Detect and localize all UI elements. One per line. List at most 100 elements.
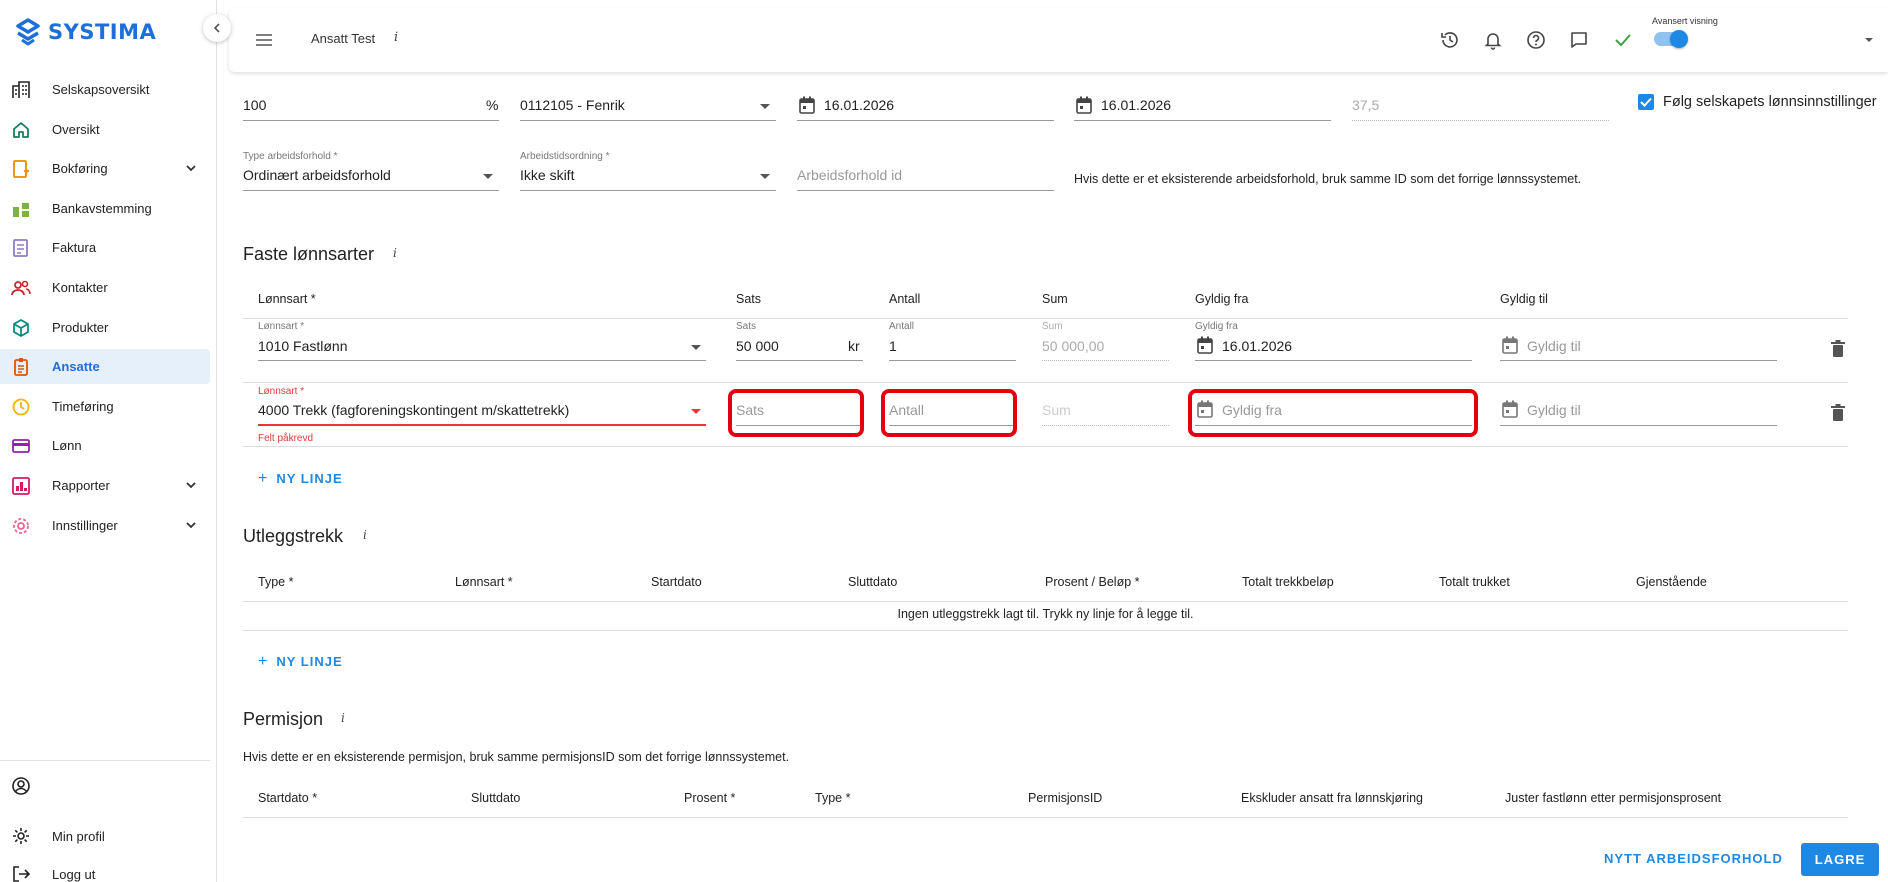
row1-lonnsart-value[interactable]: 1010 Fastlønn: [258, 338, 348, 354]
sidebar-item-bankavstemming[interactable]: Bankavstemming: [0, 191, 210, 226]
bell-icon[interactable]: [1483, 30, 1503, 50]
sidebar-item-produkter[interactable]: Produkter: [0, 310, 210, 345]
sidebar-item-faktura[interactable]: Faktura: [0, 230, 210, 265]
calendar-icon[interactable]: [1502, 336, 1518, 354]
arbeidstidsordning-label: Arbeidstidsordning *: [520, 151, 610, 162]
col-sats: Sats: [736, 292, 762, 306]
caret-down-icon[interactable]: [1864, 35, 1874, 45]
row1-sats-value[interactable]: 50 000: [736, 338, 779, 354]
logo[interactable]: SYSTIMA: [16, 18, 156, 46]
chevron-down-icon: [186, 521, 196, 528]
account-button[interactable]: [0, 767, 210, 805]
row2-lonnsart-underline: [258, 424, 706, 426]
sidebar-item-bokforing[interactable]: Bokføring: [0, 151, 210, 186]
advanced-view-label: Avansert visning: [1652, 16, 1718, 26]
type-arbeidsforhold-dropdown-icon[interactable]: [483, 174, 493, 179]
advanced-view-toggle-knob[interactable]: [1670, 30, 1688, 48]
utleggstrekk-title: Utleggstrekk: [243, 526, 344, 546]
col-prosent: Prosent *: [684, 791, 736, 805]
faste-add-line-button[interactable]: + NY LINJE: [258, 470, 343, 488]
save-button[interactable]: LAGRE: [1801, 843, 1879, 876]
sidebar-item-selskapsoversikt[interactable]: Selskapsoversikt: [0, 72, 210, 107]
sidebar-item-lonn[interactable]: Lønn: [0, 428, 210, 463]
row2-lonnsart-dropdown-icon[interactable]: [691, 409, 701, 414]
follow-company-settings-label[interactable]: Følg selskapets lønnsinnstillinger: [1663, 94, 1877, 110]
highlight-antall: [881, 389, 1017, 437]
info-icon[interactable]: i: [341, 711, 345, 725]
col-ekskluder: Ekskluder ansatt fra lønnskjøring: [1241, 791, 1424, 805]
gear-icon: [13, 828, 29, 844]
info-icon[interactable]: i: [363, 528, 367, 542]
sidebar-item-logg-ut[interactable]: Logg ut: [0, 855, 210, 882]
calendar-icon[interactable]: [799, 96, 815, 114]
sidebar-item-innstillinger[interactable]: Innstillinger: [0, 508, 210, 543]
row1-sum-underline: [1042, 360, 1169, 361]
col-gyldig-til: Gyldig til: [1500, 292, 1548, 306]
row2-sum-underline: [1042, 425, 1169, 426]
sidebar-item-ansatte[interactable]: Ansatte: [0, 349, 210, 385]
sidebar-item-label: Logg ut: [52, 866, 96, 882]
table-row-divider: [243, 446, 1848, 447]
stillingsprosent-value[interactable]: 100: [243, 97, 266, 113]
delete-icon[interactable]: [1831, 340, 1845, 358]
calendar-icon[interactable]: [1197, 336, 1213, 354]
stillingsprosent-date-value[interactable]: 16.01.2026: [1101, 97, 1171, 113]
start-date-value[interactable]: 16.01.2026: [824, 97, 894, 113]
sidebar-collapse-button[interactable]: [203, 14, 231, 42]
col-totalt-trekkbelop: Totalt trekkbeløp: [1242, 575, 1334, 589]
chat-icon[interactable]: [1569, 30, 1589, 50]
yrkeskode-value[interactable]: 0112105 - Fenrik: [520, 97, 625, 113]
col-sluttdato: Sluttdato: [848, 575, 898, 589]
row1-antall-value[interactable]: 1: [889, 338, 897, 354]
sidebar-item-label: Lønn: [52, 438, 82, 454]
row2-gyldig-til-input[interactable]: Gyldig til: [1527, 402, 1581, 418]
type-arbeidsforhold-value[interactable]: Ordinært arbeidsforhold: [243, 167, 391, 183]
row1-gyldig-til-input[interactable]: Gyldig til: [1527, 338, 1581, 354]
delete-icon[interactable]: [1831, 404, 1845, 422]
history-icon[interactable]: [1440, 30, 1460, 50]
row1-lonnsart-dropdown-icon[interactable]: [691, 345, 701, 350]
row2-lonnsart-value[interactable]: 4000 Trekk (fagforeningskontingent m/ska…: [258, 402, 569, 418]
home-icon: [13, 121, 29, 138]
hamburger-menu-icon[interactable]: [255, 32, 273, 48]
yrkeskode-dropdown-icon[interactable]: [760, 104, 770, 109]
arbeidstidsordning-dropdown-icon[interactable]: [760, 174, 770, 179]
sidebar-item-label: Innstillinger: [52, 517, 118, 533]
sidebar-item-rapporter[interactable]: Rapporter: [0, 468, 210, 503]
info-icon[interactable]: i: [394, 30, 398, 45]
hours-per-week-value: 37,5: [1352, 97, 1380, 113]
row1-gyldig-fra-underline: [1195, 360, 1472, 361]
arbeidsforhold-id-underline: [797, 190, 1054, 191]
utlegg-add-line-button[interactable]: + NY LINJE: [258, 653, 343, 671]
arbeidsforhold-id-hint: Hvis dette er et eksisterende arbeidsfor…: [1074, 172, 1582, 186]
sidebar-item-kontakter[interactable]: Kontakter: [0, 270, 210, 305]
invoice-icon: [13, 239, 28, 258]
info-icon[interactable]: i: [393, 246, 397, 260]
row1-lonnsart-label: Lønnsart *: [258, 321, 305, 332]
chevron-down-icon: [186, 482, 196, 489]
help-icon[interactable]: [1526, 30, 1546, 50]
sidebar-item-label: Min profil: [52, 828, 105, 844]
calendar-icon[interactable]: [1502, 400, 1518, 418]
col-permisjonsid: PermisjonsID: [1028, 791, 1103, 805]
sidebar-item-timeforing[interactable]: Timeføring: [0, 389, 210, 424]
check-icon[interactable]: [1613, 30, 1633, 50]
product-icon: [13, 318, 29, 337]
account-circle-icon: [12, 777, 30, 795]
sidebar-item-label: Bokføring: [52, 161, 108, 177]
new-employment-button[interactable]: NYTT ARBEIDSFORHOLD: [1604, 851, 1783, 866]
reports-icon: [12, 477, 30, 495]
col-sluttdato: Sluttdato: [471, 791, 521, 805]
calendar-icon[interactable]: [1076, 96, 1092, 114]
yrkeskode-underline: [520, 120, 776, 121]
follow-company-settings-checkbox[interactable]: [1638, 94, 1654, 110]
sidebar-item-min-profil[interactable]: Min profil: [0, 817, 210, 855]
arbeidstidsordning-value[interactable]: Ikke skift: [520, 167, 574, 183]
stillingsprosent-date-underline: [1074, 120, 1331, 121]
add-line-label: NY LINJE: [276, 471, 343, 486]
col-prosent-belop: Prosent / Beløp *: [1045, 575, 1140, 589]
table-header-divider: [243, 318, 1848, 319]
sidebar-item-oversikt[interactable]: Oversikt: [0, 112, 210, 147]
row1-gyldig-fra-value[interactable]: 16.01.2026: [1222, 338, 1292, 354]
arbeidsforhold-id-input[interactable]: Arbeidsforhold id: [797, 167, 902, 183]
